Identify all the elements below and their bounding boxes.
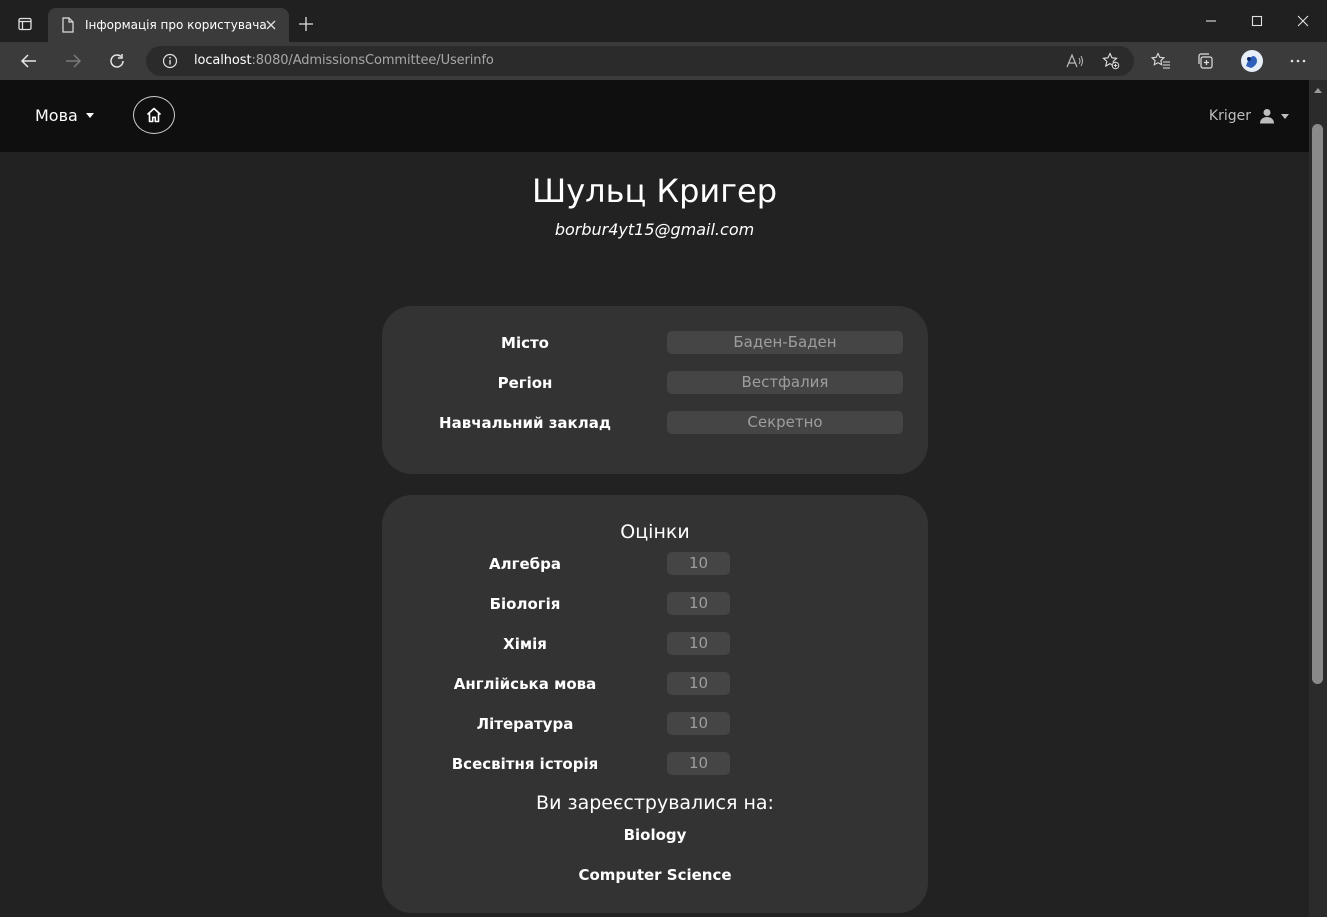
back-icon[interactable] <box>16 49 42 73</box>
refresh-icon[interactable] <box>104 49 130 73</box>
grade-score: 10 <box>667 752 730 775</box>
info-label: Місто <box>501 334 549 352</box>
site-navbar: Мова Kriger <box>0 80 1309 152</box>
info-row-region: Регіон Вестфалия <box>382 371 928 395</box>
grades-title: Оцінки <box>620 521 690 543</box>
user-menu[interactable]: Kriger <box>1209 108 1289 124</box>
grade-row: Біологія 10 <box>382 592 928 616</box>
forward-icon[interactable] <box>60 49 86 73</box>
language-label: Мова <box>35 106 78 125</box>
favorites-icon[interactable] <box>1148 49 1174 73</box>
address-bar[interactable]: localhost:8080/AdmissionsCommittee/Useri… <box>146 46 1134 76</box>
browser-titlebar: Інформація про користувача <box>0 0 1327 42</box>
info-label: Регіон <box>497 374 553 392</box>
site-info-icon[interactable] <box>162 53 178 69</box>
grade-row: Література 10 <box>382 712 928 736</box>
registered-faculty: Biology <box>623 826 687 844</box>
user-full-name: Шульц Кригер <box>531 172 778 210</box>
info-value: Баден-Баден <box>667 331 903 354</box>
grade-row: Всесвітня історія 10 <box>382 752 928 776</box>
tab-title: Інформація про користувача <box>85 18 267 32</box>
info-row-city: Місто Баден-Баден <box>382 331 928 355</box>
page-scrollbar[interactable] <box>1309 80 1327 917</box>
grade-score: 10 <box>667 712 730 735</box>
profile-avatar-icon[interactable] <box>1239 49 1265 73</box>
url-text: localhost:8080/AdmissionsCommittee/Useri… <box>194 53 494 68</box>
url-host: localhost <box>194 53 252 68</box>
grade-subject: Алгебра <box>489 555 561 573</box>
caret-down-icon <box>85 113 94 118</box>
browser-toolbar: localhost:8080/AdmissionsCommittee/Useri… <box>0 42 1327 80</box>
language-dropdown[interactable]: Мова <box>35 106 94 125</box>
scroll-up-arrow-icon[interactable] <box>1314 88 1322 93</box>
scrollbar-thumb[interactable] <box>1312 124 1323 684</box>
grade-subject: Література <box>476 715 574 733</box>
minimize-icon[interactable] <box>1200 10 1222 32</box>
info-row-school: Навчальний заклад Секретно <box>382 411 928 435</box>
info-value: Секретно <box>667 411 903 434</box>
collections-icon[interactable] <box>1192 49 1218 73</box>
browser-tab[interactable]: Інформація про користувача <box>48 8 289 42</box>
grade-subject: Англійська мова <box>453 675 597 693</box>
grade-row: Хімія 10 <box>382 632 928 656</box>
more-options-icon[interactable] <box>1285 49 1311 73</box>
username: Kriger <box>1208 108 1251 124</box>
registered-faculty: Computer Science <box>578 866 732 884</box>
caret-down-icon <box>1281 113 1289 119</box>
grade-subject: Біологія <box>489 595 561 613</box>
info-card: Місто Баден-Баден Регіон Вестфалия Навча… <box>382 306 928 474</box>
home-button[interactable] <box>133 96 175 134</box>
grade-subject: Хімія <box>503 635 547 653</box>
page-viewport: Мова Kriger Шульц Кригер borbur4yt15@gma… <box>0 80 1309 917</box>
grade-subject: Всесвітня історія <box>451 755 599 773</box>
read-aloud-icon[interactable] <box>1066 52 1084 70</box>
maximize-icon[interactable] <box>1246 10 1268 32</box>
grade-score: 10 <box>667 672 730 695</box>
close-tab-icon[interactable] <box>263 17 279 33</box>
page-icon <box>60 17 76 33</box>
grades-card: Оцінки Алгебра 10 Біологія 10 Хімія 10 А… <box>382 495 928 913</box>
grade-row: Англійська мова 10 <box>382 672 928 696</box>
user-email: borbur4yt15@gmail.com <box>554 220 755 239</box>
grade-score: 10 <box>667 552 730 575</box>
registrations-title: Ви зареєструвалися на: <box>536 792 774 814</box>
close-window-icon[interactable] <box>1292 10 1314 32</box>
grade-score: 10 <box>667 592 730 615</box>
user-icon <box>1260 109 1274 124</box>
info-value: Вестфалия <box>667 371 903 394</box>
info-label: Навчальний заклад <box>439 414 611 432</box>
url-path: :8080/AdmissionsCommittee/Userinfo <box>251 53 494 68</box>
new-tab-icon[interactable] <box>296 14 316 34</box>
grade-score: 10 <box>667 632 730 655</box>
grade-row: Алгебра 10 <box>382 552 928 576</box>
tab-actions-icon[interactable] <box>8 10 42 38</box>
home-icon <box>146 107 162 123</box>
add-favorite-icon[interactable] <box>1102 52 1120 70</box>
